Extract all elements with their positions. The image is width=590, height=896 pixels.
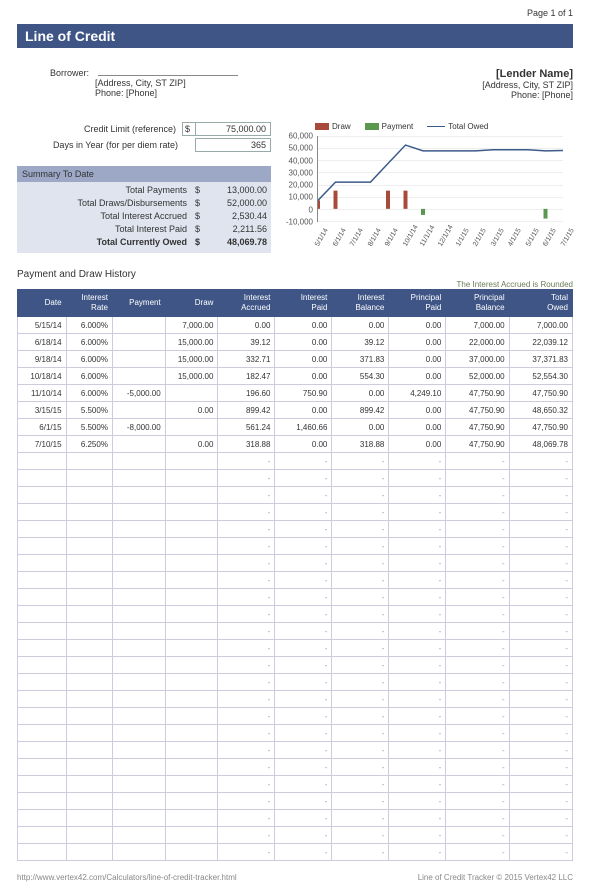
history-note: The Interest Accrued is Rounded — [17, 280, 573, 289]
lender-address: [Address, City, ST ZIP] — [482, 80, 573, 90]
history-row-empty: ------ — [18, 555, 573, 572]
lender-phone: Phone: [Phone] — [482, 90, 573, 100]
history-table: DateInterestRatePaymentDrawInterestAccru… — [17, 289, 573, 861]
history-row-empty: ------ — [18, 487, 573, 504]
page-title: Line of Credit — [17, 24, 573, 48]
borrower-phone: Phone: [Phone] — [95, 88, 157, 98]
history-row-empty: ------ — [18, 538, 573, 555]
history-row-empty: ------ — [18, 759, 573, 776]
history-row-empty: ------ — [18, 470, 573, 487]
credit-limit-currency: $ — [182, 122, 195, 136]
history-row-empty: ------ — [18, 793, 573, 810]
credit-limit-input[interactable]: 75,000.00 — [195, 122, 271, 136]
legend-total-swatch — [427, 126, 445, 127]
legend-draw-label: Draw — [332, 122, 351, 131]
history-col-header: PrincipalBalance — [446, 290, 509, 317]
history-row-empty: ------ — [18, 640, 573, 657]
summary-row: Total Interest Accrued$2,530.44 — [21, 210, 267, 223]
legend-total-label: Total Owed — [448, 122, 488, 131]
summary-row: Total Interest Paid$2,211.56 — [21, 223, 267, 236]
history-col-header: InterestRate — [66, 290, 112, 317]
summary-body: Total Payments$13,000.00Total Draws/Disb… — [17, 182, 271, 253]
history-row: 6/18/146.000%15,000.0039.120.0039.120.00… — [18, 334, 573, 351]
history-row-empty: ------ — [18, 844, 573, 861]
lender-name: [Lender Name] — [482, 68, 573, 80]
history-row-empty: ------ — [18, 521, 573, 538]
history-col-header: Payment — [112, 290, 165, 317]
summary-row: Total Payments$13,000.00 — [21, 184, 267, 197]
footer-copyright: Line of Credit Tracker © 2015 Vertex42 L… — [418, 873, 573, 882]
history-col-header: TotalOwed — [509, 290, 572, 317]
history-row: 3/15/155.500%0.00899.420.00899.420.0047,… — [18, 402, 573, 419]
history-row: 11/10/146.000%-5,000.00196.60750.900.004… — [18, 385, 573, 402]
history-row: 9/18/146.000%15,000.00332.710.00371.830.… — [18, 351, 573, 368]
borrower-address: [Address, City, ST ZIP] — [95, 78, 186, 88]
history-row-empty: ------ — [18, 589, 573, 606]
history-row-empty: ------ — [18, 810, 573, 827]
borrower-block: Borrower: [Address, City, ST ZIP] Phone:… — [17, 68, 238, 100]
legend-payment-label: Payment — [382, 122, 414, 131]
history-row: 5/15/146.000%7,000.000.000.000.000.007,0… — [18, 317, 573, 334]
history-col-header: InterestBalance — [332, 290, 389, 317]
chart: Draw Payment Total Owed -10,000010,00020… — [285, 122, 567, 246]
history-row: 10/18/146.000%15,000.00182.470.00554.300… — [18, 368, 573, 385]
page-indicator: Page 1 of 1 — [17, 8, 573, 18]
history-title: Payment and Draw History — [17, 269, 573, 280]
history-row-empty: ------ — [18, 742, 573, 759]
history-row-empty: ------ — [18, 453, 573, 470]
days-in-year-label: Days in Year (for per diem rate) — [17, 140, 184, 150]
history-row-empty: ------ — [18, 725, 573, 742]
history-row-empty: ------ — [18, 657, 573, 674]
history-row-empty: ------ — [18, 827, 573, 844]
history-row-empty: ------ — [18, 674, 573, 691]
borrower-label: Borrower: — [17, 68, 95, 78]
history-row: 6/1/155.500%-8,000.00561.241,460.660.000… — [18, 419, 573, 436]
lender-block: [Lender Name] [Address, City, ST ZIP] Ph… — [482, 68, 573, 100]
legend-payment-swatch — [365, 123, 379, 130]
history-row-empty: ------ — [18, 572, 573, 589]
days-in-year-input[interactable]: 365 — [195, 138, 271, 152]
history-row-empty: ------ — [18, 606, 573, 623]
history-row: 7/10/156.250%0.00318.880.00318.880.0047,… — [18, 436, 573, 453]
history-row-empty: ------ — [18, 691, 573, 708]
history-col-header: InterestAccrued — [218, 290, 275, 317]
history-row-empty: ------ — [18, 708, 573, 725]
history-col-header: Date — [18, 290, 67, 317]
history-row-empty: ------ — [18, 504, 573, 521]
history-row-empty: ------ — [18, 623, 573, 640]
summary-row: Total Draws/Disbursements$52,000.00 — [21, 197, 267, 210]
summary-heading: Summary To Date — [17, 166, 271, 182]
history-row-empty: ------ — [18, 776, 573, 793]
credit-limit-label: Credit Limit (reference) — [17, 124, 182, 134]
footer-url: http://www.vertex42.com/Calculators/line… — [17, 873, 237, 882]
summary-total: Total Currently Owed$48,069.78 — [21, 236, 267, 249]
legend-draw-swatch — [315, 123, 329, 130]
history-col-header: Draw — [165, 290, 218, 317]
history-col-header: PrincipalPaid — [389, 290, 446, 317]
history-col-header: InterestPaid — [275, 290, 332, 317]
